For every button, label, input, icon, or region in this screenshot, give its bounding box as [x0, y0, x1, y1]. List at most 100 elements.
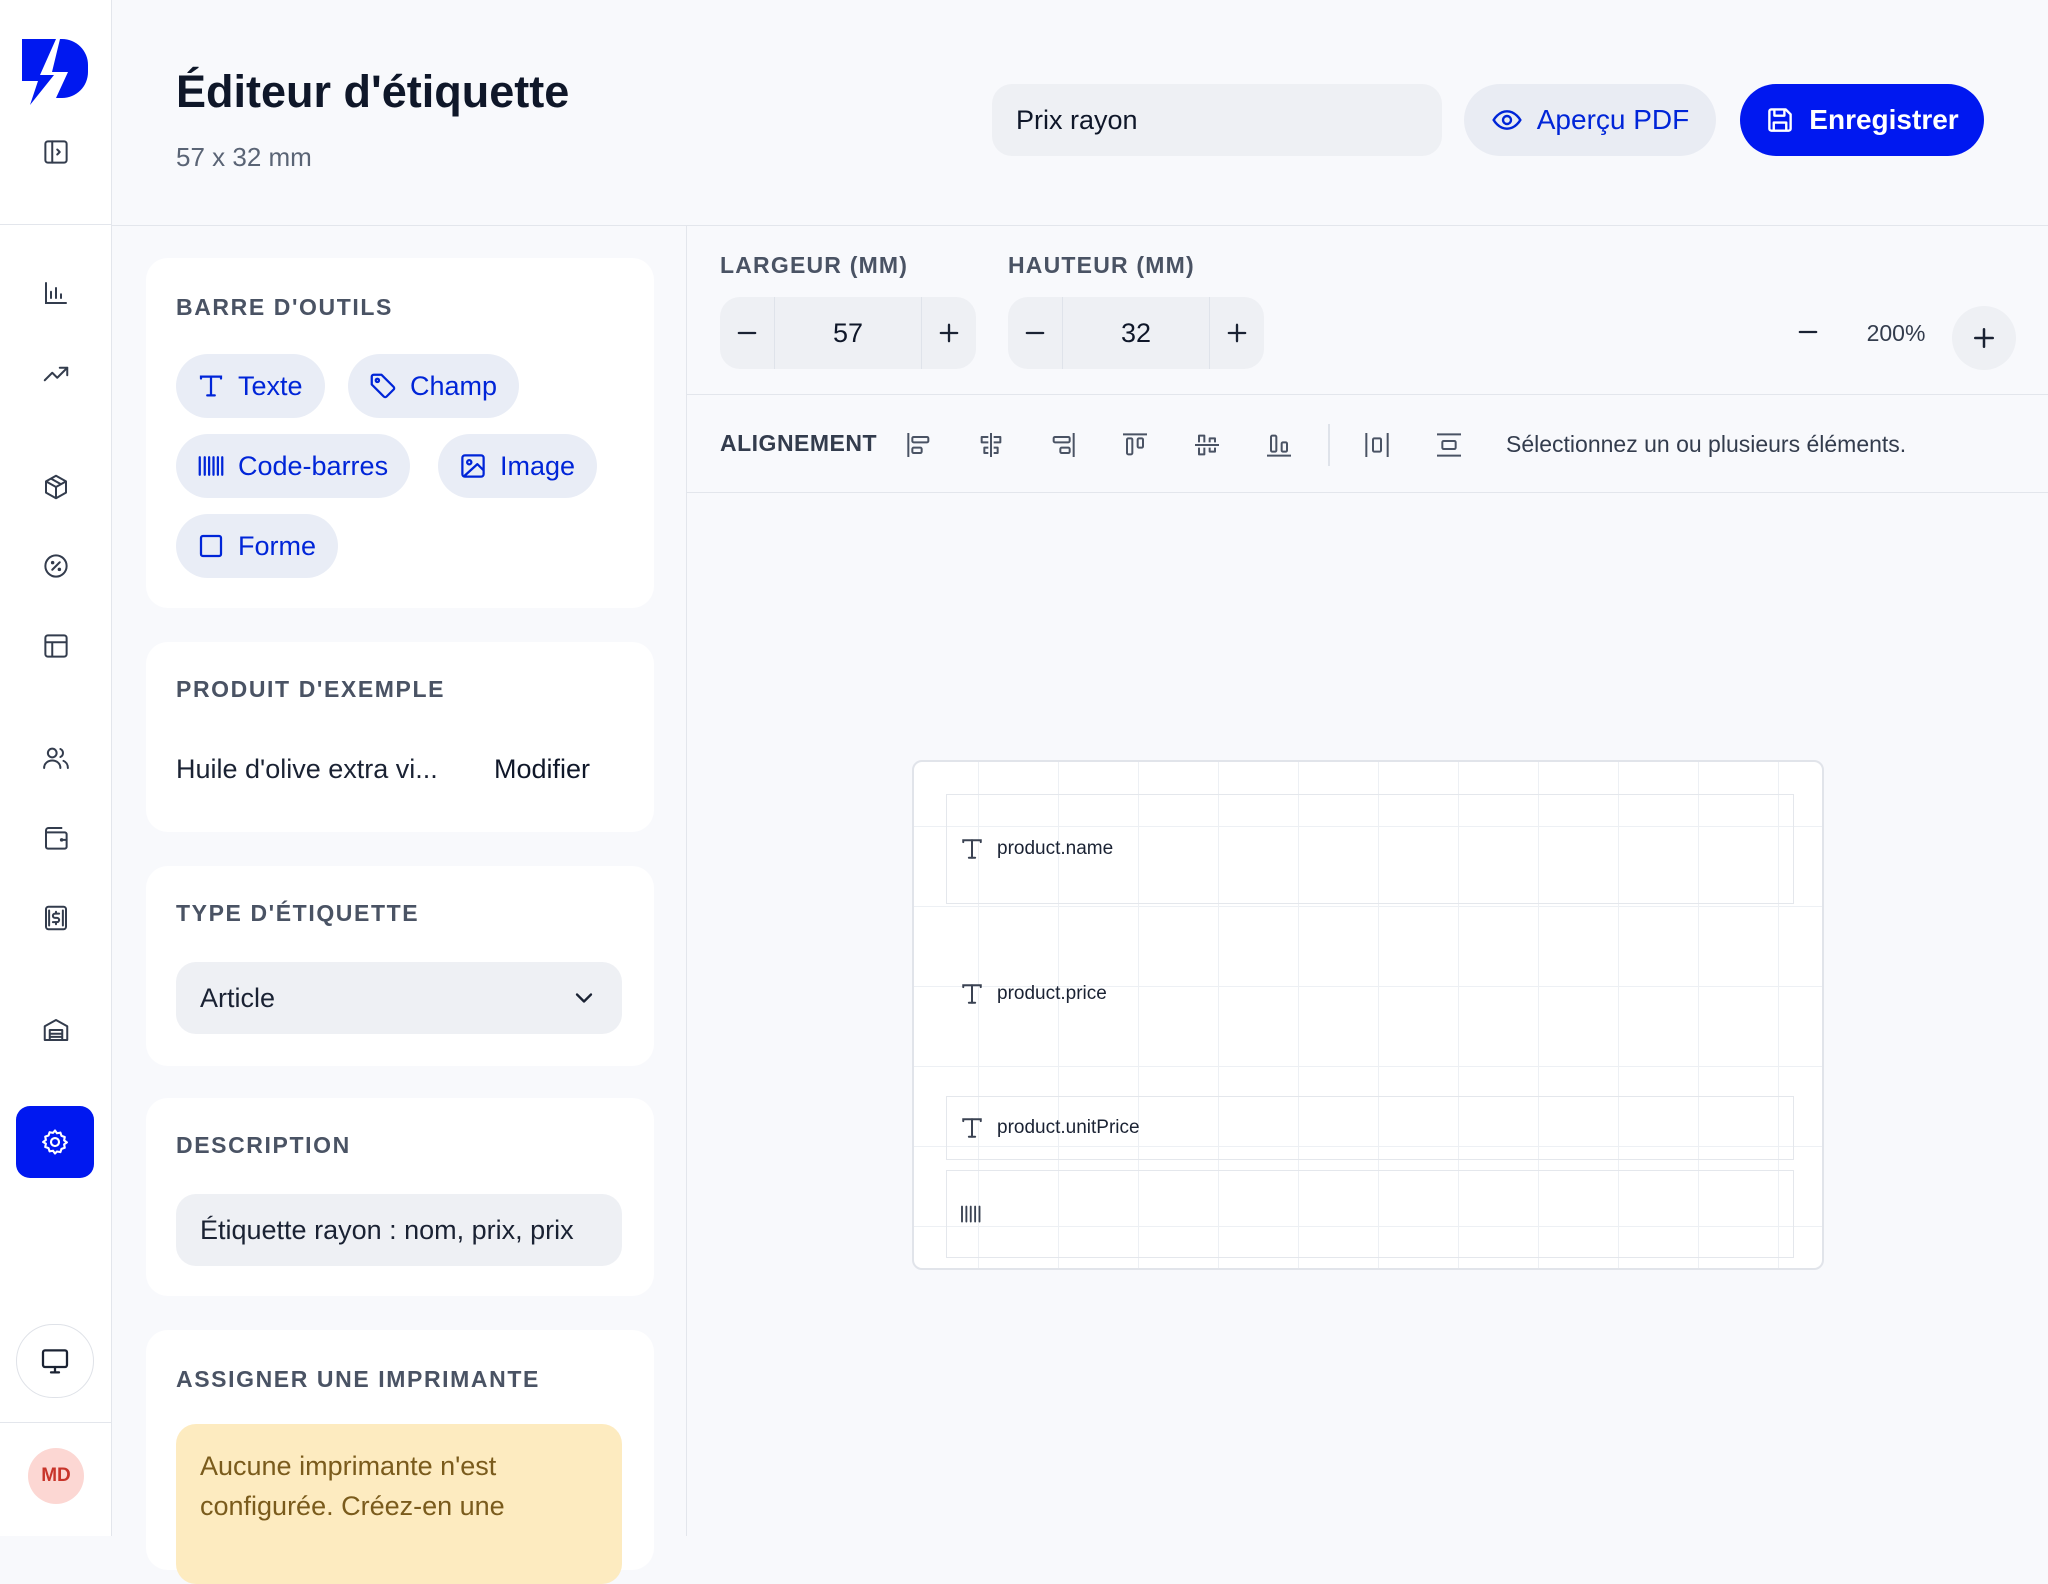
display-button[interactable] [16, 1324, 94, 1398]
preview-pdf-button[interactable]: Aperçu PDF [1464, 84, 1716, 156]
width-increment-button[interactable] [922, 297, 976, 369]
tool-label: Image [500, 450, 576, 481]
label-type-value: Article [200, 982, 276, 1013]
sample-product-card: PRODUIT D'EXEMPLE Huile d'olive extra vi… [146, 642, 654, 832]
wallet-icon[interactable] [36, 818, 76, 858]
warehouse-icon[interactable] [36, 1010, 76, 1050]
card-title: BARRE D'OUTILS [176, 294, 393, 320]
plus-icon [1227, 323, 1247, 343]
zoom-in-button[interactable] [1952, 306, 2016, 370]
card-title: ASSIGNER UNE IMPRIMANTE [176, 1366, 540, 1392]
sample-product-name: Huile d'olive extra vi... [176, 754, 438, 784]
element-field-label: product.name [997, 838, 1114, 859]
bar-chart-icon[interactable] [36, 273, 76, 313]
align-bottom-icon [1267, 434, 1291, 457]
alignment-label: ALIGNEMENT [720, 430, 878, 456]
chevron-down-icon [575, 993, 593, 1003]
eye-icon [1492, 110, 1522, 130]
text-type-icon [962, 1118, 982, 1138]
card-title: TYPE D'ÉTIQUETTE [176, 900, 420, 926]
distribute-vertical-icon [1437, 433, 1461, 457]
align-left-icon [907, 433, 930, 457]
price-receipt-icon[interactable] [36, 898, 76, 938]
zoom-out-button[interactable] [1782, 306, 1834, 358]
description-input[interactable]: Étiquette rayon : nom, prix, prix [176, 1194, 622, 1266]
save-button[interactable]: Enregistrer [1740, 84, 1984, 156]
text-type-icon [199, 375, 223, 397]
width-input[interactable]: 57 [774, 297, 922, 369]
align-center-vertical-button[interactable] [1186, 424, 1228, 466]
rail-divider [0, 224, 111, 225]
nav-rail: MD [0, 0, 112, 1536]
align-top-icon [1123, 433, 1147, 456]
width-label: LARGEUR (MM) [720, 252, 909, 278]
label-name-input[interactable] [992, 84, 1442, 156]
monitor-icon [41, 1349, 69, 1374]
height-input[interactable]: 32 [1062, 297, 1210, 369]
plus-icon [939, 323, 959, 343]
table-icon[interactable] [36, 626, 76, 666]
toolbar-card: BARRE D'OUTILS Texte Champ Code-barres I… [146, 258, 654, 608]
tool-barcode-button[interactable]: Code-barres [176, 434, 411, 498]
alignment-hint: Sélectionnez un ou plusieurs éléments. [1506, 431, 1907, 457]
height-increment-button[interactable] [1210, 297, 1264, 369]
element-field-label: product.unitPrice [997, 1117, 1140, 1138]
page-title: Éditeur d'étiquette [176, 66, 570, 117]
align-center-horizontal-button[interactable] [970, 424, 1012, 466]
tool-label: Forme [238, 530, 317, 561]
discount-badge-icon[interactable] [36, 546, 76, 586]
canvas-text-element[interactable]: product.name [946, 794, 1794, 904]
preview-pdf-label: Aperçu PDF [1536, 104, 1690, 135]
canvas-divider [687, 492, 2048, 493]
page-subtitle: 57 x 32 mm [176, 142, 312, 172]
user-avatar[interactable]: MD [28, 1448, 84, 1504]
align-center-vertical-icon [1195, 434, 1219, 456]
settings-button[interactable] [16, 1106, 94, 1178]
rail-divider [0, 1422, 111, 1423]
align-left-button[interactable] [898, 424, 940, 466]
plus-icon [1974, 328, 1994, 348]
canvas-barcode-element[interactable] [946, 1170, 1794, 1258]
minus-icon [1025, 331, 1045, 335]
width-decrement-button[interactable] [720, 297, 774, 369]
tag-icon [370, 373, 396, 399]
tool-shape-button[interactable]: Forme [176, 514, 339, 578]
distribute-vertical-button[interactable] [1428, 424, 1470, 466]
square-icon [199, 534, 223, 558]
edit-product-button[interactable]: Modifier [494, 754, 590, 785]
canvas-text-element[interactable]: product.unitPrice [946, 1096, 1794, 1160]
users-icon[interactable] [36, 738, 76, 778]
image-icon [461, 454, 485, 478]
height-stepper: 32 [1008, 297, 1264, 369]
tool-image-button[interactable]: Image [438, 434, 598, 498]
height-label: HAUTEUR (MM) [1008, 252, 1195, 278]
text-type-icon [962, 839, 982, 859]
save-label: Enregistrer [1809, 104, 1959, 135]
app-logo[interactable] [22, 39, 88, 105]
no-printer-warning: Aucune imprimante n'est configurée. Crée… [176, 1424, 622, 1584]
align-bottom-button[interactable] [1258, 424, 1300, 466]
card-title: PRODUIT D'EXEMPLE [176, 676, 446, 702]
panel-divider [686, 226, 687, 1536]
tool-label: Code-barres [238, 450, 389, 481]
align-center-horizontal-icon [980, 433, 1002, 457]
distribute-horizontal-button[interactable] [1356, 424, 1398, 466]
height-decrement-button[interactable] [1008, 297, 1062, 369]
minus-icon [1798, 330, 1818, 334]
align-top-button[interactable] [1114, 424, 1156, 466]
tool-label: Texte [238, 370, 303, 401]
align-right-button[interactable] [1042, 424, 1084, 466]
description-card: DESCRIPTION Étiquette rayon : nom, prix,… [146, 1098, 654, 1296]
page-header: Éditeur d'étiquette 57 x 32 mm Aperçu PD… [112, 0, 2048, 226]
tool-field-button[interactable]: Champ [348, 354, 520, 418]
trending-up-icon[interactable] [36, 354, 76, 394]
tool-text-button[interactable]: Texte [176, 354, 325, 418]
label-canvas[interactable]: product.name product.price product.unitP… [912, 760, 1824, 1270]
floppy-disk-icon [1768, 108, 1793, 132]
canvas-text-element[interactable]: product.price [946, 924, 1794, 1064]
label-type-select[interactable]: Article [176, 962, 622, 1034]
package-icon[interactable] [36, 467, 76, 507]
distribute-horizontal-icon [1365, 433, 1389, 457]
sidebar-toggle-icon[interactable] [36, 132, 76, 172]
zoom-level: 200% [1866, 320, 1926, 346]
